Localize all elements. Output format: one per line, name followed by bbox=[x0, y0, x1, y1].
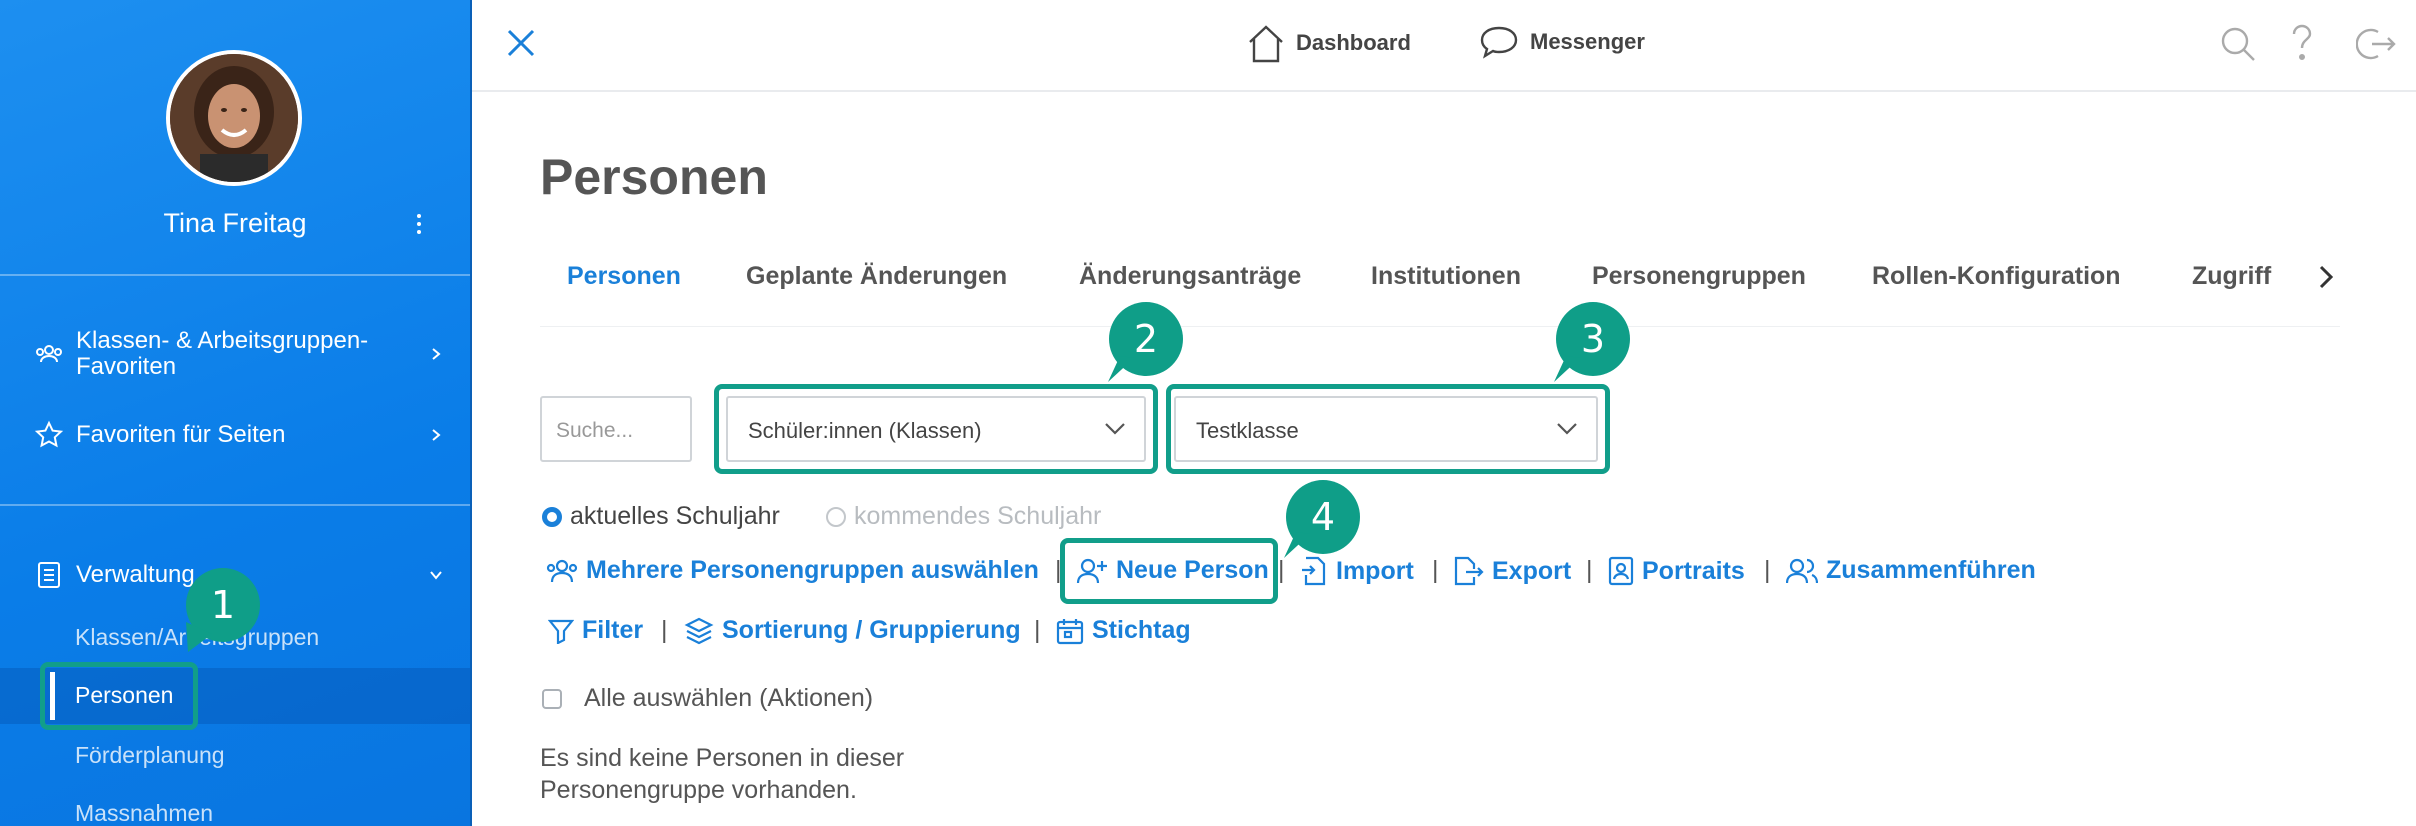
filter-icon bbox=[548, 619, 574, 644]
radio-next-label: kommendes Schuljahr bbox=[854, 502, 1102, 530]
portrait-icon bbox=[1608, 556, 1634, 586]
separator: | bbox=[1432, 556, 1439, 584]
callout-tail-2 bbox=[1108, 356, 1134, 382]
highlight-box-1 bbox=[40, 662, 198, 730]
select-all-label: Alle auswählen (Aktionen) bbox=[584, 684, 874, 712]
separator: | bbox=[1764, 556, 1771, 584]
separator: | bbox=[1278, 556, 1285, 584]
tab-personen[interactable]: Personen bbox=[567, 262, 681, 291]
logout-icon[interactable] bbox=[2356, 26, 2396, 62]
user-name: Tina Freitag bbox=[163, 208, 307, 238]
layers-icon bbox=[684, 617, 714, 644]
dashboard-label: Dashboard bbox=[1296, 30, 1411, 55]
sidebar-item-label: Klassen- & Arbeitsgruppen-Favoriten bbox=[76, 327, 369, 380]
search-input[interactable]: Suche... bbox=[540, 396, 692, 462]
users-group-icon bbox=[36, 345, 62, 363]
clipboard-list-icon bbox=[38, 562, 60, 588]
filter-link[interactable]: Filter bbox=[548, 616, 643, 645]
export-link[interactable]: Export bbox=[1454, 556, 1571, 586]
portraits-label: Portraits bbox=[1642, 556, 1745, 585]
sidebar-item-label: Favoriten für Seiten bbox=[76, 421, 286, 448]
chevron-down-icon bbox=[430, 571, 442, 580]
highlight-box-4 bbox=[1060, 538, 1278, 604]
key-date-link[interactable]: Stichtag bbox=[1056, 616, 1191, 645]
separator: | bbox=[1034, 616, 1041, 644]
sidebar-divider bbox=[0, 504, 470, 506]
top-bar: Dashboard Messenger bbox=[472, 0, 2416, 92]
callout-tail-1 bbox=[186, 622, 212, 652]
export-label: Export bbox=[1492, 556, 1572, 585]
tabs-scroll-right-icon[interactable] bbox=[2316, 264, 2336, 290]
radio-current-year[interactable]: aktuelles Schuljahr bbox=[542, 502, 780, 531]
highlight-box-3 bbox=[1166, 384, 1610, 474]
tab-zugriff[interactable]: Zugriff bbox=[2192, 262, 2271, 291]
callout-tail-4 bbox=[1284, 532, 1310, 558]
messenger-link[interactable]: Messenger bbox=[1478, 22, 1645, 62]
avatar[interactable] bbox=[166, 50, 302, 186]
home-icon bbox=[1249, 25, 1283, 63]
radio-current-label: aktuelles Schuljahr bbox=[570, 502, 780, 530]
tab-geplante-aenderungen[interactable]: Geplante Änderungen bbox=[746, 262, 1007, 291]
separator: | bbox=[1586, 556, 1593, 584]
sidebar-item-page-favorites[interactable]: Favoriten für Seiten bbox=[34, 420, 444, 450]
tab-rollen-konfiguration[interactable]: Rollen-Konfiguration bbox=[1872, 262, 2121, 291]
separator: | bbox=[661, 616, 668, 644]
dashboard-link[interactable]: Dashboard bbox=[1246, 22, 1411, 64]
radio-unselected-icon bbox=[826, 506, 846, 527]
chevron-right-icon bbox=[432, 348, 441, 360]
tab-personengruppen[interactable]: Personengruppen bbox=[1592, 262, 1806, 291]
portraits-link[interactable]: Portraits bbox=[1608, 556, 1745, 586]
kebab-menu-icon[interactable] bbox=[410, 212, 428, 238]
sort-group-link[interactable]: Sortierung / Gruppierung bbox=[684, 616, 1021, 645]
sidebar-subitem-foerderplanung[interactable]: Förderplanung bbox=[75, 742, 225, 769]
select-multiple-groups-label: Mehrere Personengruppen auswählen bbox=[586, 556, 1039, 584]
users-icon bbox=[1786, 558, 1818, 583]
close-icon[interactable] bbox=[506, 28, 536, 58]
filter-label: Filter bbox=[582, 616, 644, 644]
users-group-icon bbox=[546, 559, 578, 582]
messenger-label: Messenger bbox=[1530, 29, 1645, 54]
import-label: Import bbox=[1336, 556, 1414, 585]
sort-group-label: Sortierung / Gruppierung bbox=[722, 616, 1021, 644]
search-icon[interactable] bbox=[2220, 26, 2256, 62]
checkbox-icon bbox=[542, 688, 562, 709]
select-all-checkbox[interactable]: Alle auswählen (Aktionen) bbox=[540, 684, 873, 713]
import-link[interactable]: Import bbox=[1300, 556, 1414, 586]
import-file-icon bbox=[1302, 556, 1326, 586]
calendar-icon bbox=[1056, 618, 1084, 644]
star-icon bbox=[34, 420, 64, 448]
help-icon[interactable] bbox=[2290, 24, 2314, 62]
select-multiple-groups-link[interactable]: Mehrere Personengruppen auswählen bbox=[546, 556, 1039, 585]
sidebar-item-group-favorites[interactable]: Klassen- & Arbeitsgruppen-Favoriten bbox=[34, 328, 444, 380]
sidebar-edge bbox=[470, 0, 472, 826]
tabs-underline bbox=[540, 326, 2340, 327]
tab-aenderungsantraege[interactable]: Änderungsanträge bbox=[1079, 262, 1301, 291]
empty-state-message: Es sind keine Personen in dieser Persone… bbox=[540, 744, 905, 804]
chevron-right-icon bbox=[432, 429, 441, 441]
key-date-label: Stichtag bbox=[1092, 616, 1191, 644]
merge-label: Zusammenführen bbox=[1826, 556, 2036, 584]
sidebar: Tina Freitag Klassen- & Arbeitsgruppen-F… bbox=[0, 0, 470, 826]
tab-institutionen[interactable]: Institutionen bbox=[1371, 262, 1521, 291]
callout-tail-3 bbox=[1554, 356, 1580, 382]
highlight-box-2 bbox=[714, 384, 1158, 474]
radio-next-year[interactable]: kommendes Schuljahr bbox=[826, 502, 1101, 531]
sidebar-subitem-massnahmen[interactable]: Massnahmen bbox=[75, 800, 213, 826]
radio-selected-icon bbox=[542, 506, 562, 527]
page-title: Personen bbox=[540, 149, 768, 205]
merge-link[interactable]: Zusammenführen bbox=[1786, 556, 2036, 585]
chat-bubble-icon bbox=[1480, 26, 1518, 59]
sidebar-divider bbox=[0, 274, 470, 276]
export-file-icon bbox=[1454, 556, 1484, 586]
